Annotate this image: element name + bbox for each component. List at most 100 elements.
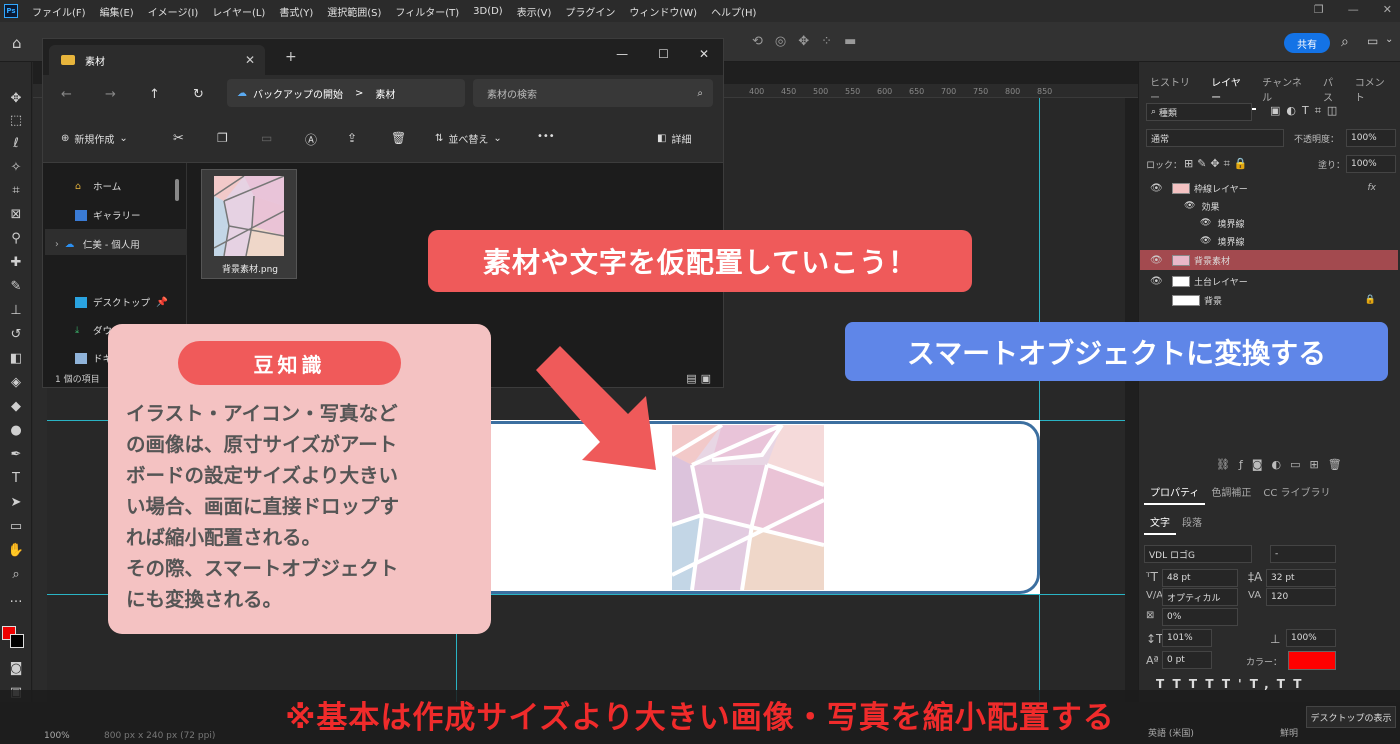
path-select-icon[interactable]: ➤ — [6, 492, 26, 512]
visibility-eye-icon[interactable]: 👁 — [1150, 276, 1164, 287]
history-brush-icon[interactable]: ↺ — [6, 324, 26, 344]
search-icon[interactable]: ⌕ — [1341, 34, 1349, 50]
nav-item-home[interactable]: ⌂ ホーム — [75, 179, 121, 194]
nav-item-documents[interactable]: ドキ — [75, 351, 112, 365]
font-family-select[interactable]: VDL ロゴG — [1144, 545, 1252, 563]
paste-icon[interactable]: ▭ — [261, 131, 272, 145]
tab-paragraph[interactable]: 段落 — [1176, 514, 1208, 535]
layer-row[interactable]: 背景 🔒 — [1140, 290, 1398, 310]
menu-image[interactable]: イメージ(I) — [142, 4, 207, 19]
share-icon[interactable]: ⇪ — [347, 131, 357, 145]
layer-row[interactable]: 👁 土台レイヤー — [1140, 271, 1398, 291]
font-size-input[interactable]: 48 pt — [1162, 569, 1238, 587]
zoom-tool-icon[interactable]: ⌕ — [6, 564, 26, 584]
menu-help[interactable]: ヘルプ(H) — [705, 4, 764, 19]
details-button[interactable]: ◧ 詳細 — [657, 131, 691, 146]
leading-input[interactable]: 32 pt — [1266, 569, 1336, 587]
more-options-button[interactable]: ••• — [537, 131, 555, 142]
cut-icon[interactable]: ✂ — [173, 131, 184, 146]
fx-icon[interactable]: fx — [1368, 183, 1377, 193]
effect-row[interactable]: 👁 境界線 — [1140, 213, 1398, 233]
new-tab-button[interactable]: + — [285, 49, 297, 65]
lasso-tool-icon[interactable]: ℓ — [6, 133, 26, 153]
eraser-icon[interactable]: ◧ — [6, 348, 26, 368]
vertical-scale-input[interactable]: 101% — [1162, 629, 1212, 647]
text-color-swatch[interactable] — [1288, 651, 1336, 670]
minimize-icon[interactable]: — — [1348, 3, 1359, 16]
nav-item-gallery[interactable]: ギャラリー — [75, 208, 141, 222]
forward-icon[interactable]: → — [105, 87, 116, 102]
marquee-tool-icon[interactable]: ⬚ — [6, 110, 26, 130]
tsume-select[interactable]: 0% — [1162, 608, 1238, 626]
menu-select[interactable]: 選択範囲(S) — [321, 4, 389, 19]
pan-icon[interactable]: ✥ — [798, 34, 809, 49]
layer-filter-icons[interactable]: ▣◐T⌗◫ — [1270, 104, 1343, 118]
lock-icons[interactable]: ⊞✎✥⌗🔒 — [1184, 157, 1252, 171]
frame-tool-icon[interactable]: ⊠ — [6, 204, 26, 224]
menu-layer[interactable]: レイヤー(L) — [206, 4, 273, 19]
maximize-icon[interactable]: ☐ — [658, 47, 669, 61]
rename-icon[interactable]: Ⓐ — [305, 131, 317, 148]
menu-window[interactable]: ウィンドウ(W) — [623, 4, 705, 19]
tracking-select[interactable]: 120 — [1266, 588, 1336, 606]
move-tool-icon[interactable]: ✥ — [6, 88, 26, 108]
kerning-select[interactable]: オプティカル — [1162, 588, 1238, 606]
search-input[interactable]: 素材の検索 ⌕ — [473, 79, 713, 107]
layer-row-selected[interactable]: 👁 背景素材 — [1140, 250, 1398, 270]
tab-comments[interactable]: コメント — [1349, 74, 1400, 110]
background-material-image[interactable] — [672, 425, 824, 590]
roll-icon[interactable]: ◎ — [775, 34, 786, 49]
visibility-eye-icon[interactable]: 👁 — [1200, 218, 1211, 228]
delete-icon[interactable]: 🗑 — [391, 131, 406, 145]
workspace-icon[interactable]: ▭ — [1367, 34, 1378, 48]
dodge-tool-icon[interactable]: ● — [6, 420, 26, 440]
visibility-eye-icon[interactable]: 👁 — [1200, 236, 1211, 246]
tab-properties[interactable]: プロパティ — [1144, 484, 1206, 505]
fill-input[interactable]: 100% — [1346, 155, 1396, 173]
breadcrumb-item[interactable]: 素材 — [375, 86, 395, 101]
tab-adjustments[interactable]: 色調補正 — [1205, 484, 1257, 505]
home-icon[interactable]: ⌂ — [12, 34, 28, 52]
orbit-icon[interactable]: ⟲ — [752, 34, 763, 49]
crop-tool-icon[interactable]: ⌗ — [6, 180, 26, 200]
stamp-tool-icon[interactable]: ⊥ — [6, 300, 26, 320]
opacity-input[interactable]: 100% — [1346, 129, 1396, 147]
blur-tool-icon[interactable]: ◆ — [6, 396, 26, 416]
menu-edit[interactable]: 編集(E) — [94, 4, 142, 19]
eyedropper-icon[interactable]: ⚲ — [6, 228, 26, 248]
blend-mode-select[interactable]: 通常 — [1146, 129, 1284, 147]
font-style-select[interactable]: - — [1270, 545, 1336, 563]
back-icon[interactable]: ← — [61, 87, 72, 102]
nav-item-onedrive[interactable]: › ☁ 仁美 - 個人用 — [55, 237, 140, 252]
tab-character[interactable]: 文字 — [1144, 514, 1176, 535]
view-toggle-icons[interactable]: ▤▣ — [686, 372, 715, 385]
menu-plugins[interactable]: プラグイン — [559, 4, 623, 19]
anti-alias-select[interactable]: 鮮明 — [1280, 726, 1298, 739]
close-tab-icon[interactable]: ✕ — [245, 53, 255, 67]
background-color-swatch[interactable] — [10, 634, 24, 648]
language-select[interactable]: 英語 (米国) — [1148, 726, 1194, 739]
slide-icon[interactable]: ⁘ — [821, 34, 832, 49]
sort-button[interactable]: ⇅ 並べ替え ⌄ — [435, 131, 502, 146]
type-style-buttons[interactable]: TTTTT'T,TT — [1156, 677, 1309, 691]
menu-filter[interactable]: フィルター(T) — [389, 4, 467, 19]
camera-icon[interactable]: ▬ — [844, 34, 856, 49]
tab-libraries[interactable]: CC ライブラリ — [1257, 484, 1336, 505]
healing-brush-icon[interactable]: ✚ — [6, 252, 26, 272]
visibility-eye-icon[interactable]: 👁 — [1150, 183, 1164, 194]
address-box[interactable]: ☁ バックアップの開始 > 素材 — [227, 79, 465, 107]
visibility-eye-icon[interactable]: 👁 — [1184, 201, 1195, 211]
brush-tool-icon[interactable]: ✎ — [6, 276, 26, 296]
chevron-down-icon[interactable]: ⌄ — [1385, 34, 1393, 45]
minimize-icon[interactable]: — — [616, 47, 628, 61]
menu-3d[interactable]: 3D(D) — [467, 6, 511, 17]
magic-wand-icon[interactable]: ✧ — [6, 157, 26, 177]
file-item[interactable]: 背景素材.png — [201, 169, 297, 279]
baseline-shift-input[interactable]: 0 pt — [1162, 651, 1212, 669]
copy-icon[interactable]: ❐ — [217, 131, 228, 145]
close-icon[interactable]: ✕ — [1383, 3, 1392, 16]
paint-bucket-icon[interactable]: ◈ — [6, 372, 26, 392]
close-icon[interactable]: ✕ — [699, 47, 709, 61]
new-button[interactable]: ⊕ 新規作成 ⌄ — [61, 131, 128, 146]
layer-panel-footer-icons[interactable]: ⛓ƒ◙◐▭⊞🗑 — [1216, 458, 1351, 471]
